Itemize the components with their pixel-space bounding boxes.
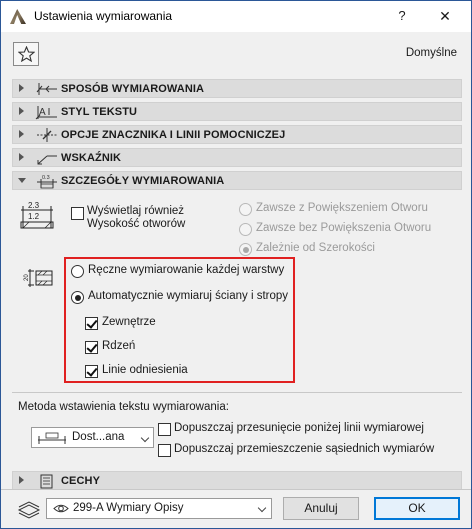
opening-icon-top-text: 2.3 <box>28 201 40 210</box>
expand-arrow-icon <box>19 107 24 115</box>
section-text-style[interactable]: A STYL TEKSTU <box>12 102 462 121</box>
marker-options-icon <box>37 128 57 142</box>
ok-button[interactable]: OK <box>374 497 460 520</box>
text-placement-value: Dost...ana <box>72 431 125 443</box>
opening-icon-bottom-text: 1.2 <box>28 212 40 221</box>
opening-option-label-1: Zawsze z Powiększeniem Otworu <box>256 202 428 214</box>
exterior-label: Zewnętrze <box>102 316 156 328</box>
section-dimension-method[interactable]: SPOSÓB WYMIAROWANIA <box>12 79 462 98</box>
dialog-window: Ustawienia wymiarowania ? ✕ Domyślne SPO… <box>0 0 472 529</box>
reference-lines-checkbox[interactable] <box>85 365 98 378</box>
section-properties[interactable]: CECHY <box>12 471 462 490</box>
opening-dimension-icon: 2.3 1.2 <box>20 201 54 229</box>
opening-option-label-3: Zależnie od Szerokości <box>256 242 375 254</box>
exterior-checkbox[interactable] <box>85 317 98 330</box>
section-label: SPOSÓB WYMIAROWANIA <box>61 83 205 95</box>
layer-name: 299-A Wymiary Opisy <box>73 502 184 514</box>
section-dimension-details[interactable]: 0.3 SZCZEGÓŁY WYMIAROWANIA <box>12 171 462 190</box>
chevron-down-icon <box>257 503 267 513</box>
layers-icon <box>17 501 41 519</box>
text-placement-label: Metoda wstawienia tekstu wymiarowania: <box>18 401 229 413</box>
allow-offset-checkbox[interactable] <box>158 423 171 436</box>
section-pointer[interactable]: WSKAŹNIK <box>12 148 462 167</box>
close-button[interactable]: ✕ <box>431 6 459 26</box>
eye-icon <box>53 504 69 513</box>
section-label: OPCJE ZNACZNIKA I LINII POMOCNICZEJ <box>61 129 286 141</box>
app-logo-icon <box>10 9 26 24</box>
properties-icon <box>40 474 53 489</box>
window-title: Ustawienia wymiarowania <box>34 9 173 23</box>
title-bar: Ustawienia wymiarowania ? ✕ <box>1 1 471 32</box>
expand-arrow-icon <box>19 476 24 484</box>
section-label: CECHY <box>61 475 101 487</box>
text-placement-icon <box>38 432 66 444</box>
layer-dropdown[interactable]: 299-A Wymiary Opisy <box>46 498 272 519</box>
chevron-down-icon <box>140 433 150 443</box>
show-opening-height-label-2: Wysokość otworów <box>87 218 186 230</box>
opening-option-radio-1[interactable] <box>239 203 252 216</box>
opening-option-radio-2[interactable] <box>239 223 252 236</box>
opening-option-radio-3[interactable] <box>239 243 252 256</box>
expand-arrow-icon <box>19 84 24 92</box>
section-marker-options[interactable]: OPCJE ZNACZNIKA I LINII POMOCNICZEJ <box>12 125 462 144</box>
text-placement-dropdown[interactable]: Dost...ana <box>31 427 154 448</box>
help-button[interactable]: ? <box>391 6 413 26</box>
text-style-icon: A <box>35 106 57 120</box>
divider <box>12 392 462 393</box>
collapse-arrow-icon <box>18 178 26 183</box>
allow-neighbor-move-label: Dopuszczaj przemieszczenie sąsiednich wy… <box>174 443 435 455</box>
auto-dimension-label: Automatycznie wymiaruj ściany i stropy <box>88 290 289 302</box>
core-checkbox[interactable] <box>85 341 98 354</box>
show-opening-height-checkbox[interactable] <box>71 207 84 220</box>
show-opening-height-label-1: Wyświetlaj również <box>87 205 185 217</box>
section-label: SZCZEGÓŁY WYMIAROWANIA <box>61 175 225 187</box>
section-label: STYL TEKSTU <box>61 106 138 118</box>
expand-arrow-icon <box>19 153 24 161</box>
allow-neighbor-move-checkbox[interactable] <box>158 444 171 457</box>
manual-dimension-radio[interactable] <box>71 265 84 278</box>
wall-layers-icon: 20 <box>24 269 53 287</box>
footer-divider <box>1 489 471 490</box>
section-label: WSKAŹNIK <box>61 152 122 164</box>
allow-offset-label: Dopuszczaj przesunięcie poniżej linii wy… <box>174 422 424 434</box>
expand-arrow-icon <box>19 130 24 138</box>
preset-name: Domyślne <box>405 47 457 59</box>
opening-option-label-2: Zawsze bez Powiększenia Otworu <box>256 222 432 234</box>
dimension-details-icon: 0.3 <box>37 175 57 189</box>
reference-lines-label: Linie odniesienia <box>102 364 188 376</box>
auto-dimension-radio[interactable] <box>71 291 84 304</box>
dimension-method-icon <box>36 83 57 95</box>
pointer-icon <box>37 155 57 165</box>
wall-icon-label: 20 <box>24 274 30 281</box>
svg-text:A: A <box>39 107 46 118</box>
core-label: Rdzeń <box>102 340 136 352</box>
manual-dimension-label: Ręczne wymiarowanie każdej warstwy <box>88 264 285 276</box>
favorites-button[interactable] <box>13 42 39 66</box>
cancel-button[interactable]: Anuluj <box>283 497 359 520</box>
star-icon <box>18 46 35 62</box>
svg-text:0.3: 0.3 <box>42 175 50 181</box>
